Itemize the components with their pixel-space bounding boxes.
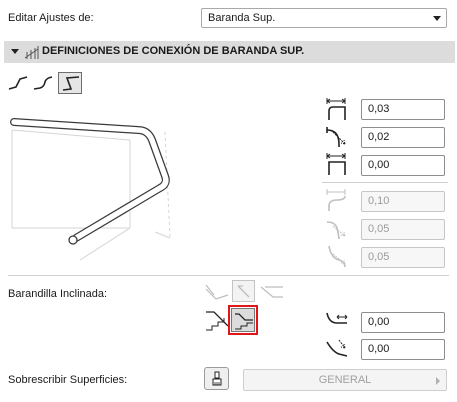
chevron-right-icon	[436, 377, 440, 385]
bent-connection-icon	[62, 76, 80, 91]
inclined-offset-icon	[326, 312, 348, 324]
inclined-option-3-icon	[260, 286, 283, 298]
offset-horizontal-icon	[326, 98, 346, 120]
paint-brush-icon	[212, 371, 222, 386]
section-title: DEFINICIONES DE CONEXIÓN DE BARANDA SUP.	[42, 45, 305, 57]
edit-settings-value: Baranda Sup.	[208, 12, 276, 24]
inclined-option-2-button	[232, 280, 255, 302]
offset-field-3[interactable]: 0,00	[361, 155, 445, 176]
railing-settings-icon	[24, 46, 39, 59]
inclined-option-2-icon	[237, 285, 250, 298]
edit-settings-dropdown[interactable]: Baranda Sup.	[201, 8, 447, 28]
selected-inclined-button[interactable]	[228, 305, 258, 335]
inclined-field-2[interactable]: 0,00	[361, 339, 445, 360]
inclined-bent-button-inner	[231, 308, 255, 332]
surface-selector: GENERAL	[243, 369, 447, 391]
edit-settings-label: Editar Ajustes de:	[8, 12, 94, 24]
bent-connection-button[interactable]	[58, 72, 82, 94]
offset-vertical-icon	[326, 153, 346, 175]
inclined-rail-label: Barandilla Inclinada:	[8, 288, 108, 300]
divider	[322, 182, 448, 183]
disabled-field-3: 0,05	[361, 247, 445, 268]
override-surfaces-label: Sobrescribir Superficies:	[8, 374, 128, 386]
straight-connection-icon[interactable]	[8, 74, 28, 92]
disabled-field-1: 0,10	[361, 191, 445, 212]
chevron-down-icon	[433, 16, 441, 21]
surface-value: GENERAL	[318, 374, 372, 386]
offset-field-2[interactable]: 0,02	[361, 127, 445, 148]
inclined-field-1[interactable]: 0,00	[361, 312, 445, 333]
curved-connection-icon[interactable]	[33, 74, 53, 92]
curve-offset-icon	[326, 189, 346, 211]
inclined-bent-icon	[235, 313, 253, 330]
railing-preview	[10, 118, 171, 261]
collapse-triangle-icon[interactable]	[11, 49, 19, 54]
override-surface-toggle[interactable]	[204, 367, 229, 390]
curve-radius-icon	[326, 221, 346, 240]
curve-radius-2-icon	[328, 245, 346, 268]
inclined-option-1-icon	[205, 284, 229, 300]
section-divider	[8, 275, 449, 276]
inclined-stair-icon[interactable]	[204, 308, 230, 332]
disabled-field-2: 0,05	[361, 219, 445, 240]
radius-diagonal-icon	[326, 127, 346, 147]
offset-field-1[interactable]: 0,03	[361, 99, 445, 120]
inclined-radius-icon	[326, 339, 348, 357]
section-header[interactable]: DEFINICIONES DE CONEXIÓN DE BARANDA SUP.	[4, 41, 455, 63]
